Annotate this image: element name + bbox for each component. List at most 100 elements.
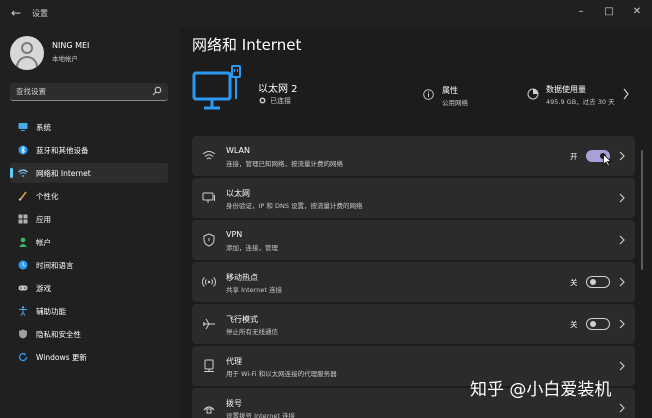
toggle-state-label: 开 [570,152,578,161]
chevron-right-icon[interactable] [622,88,630,100]
sidebar-item-label: 蓝牙和其他设备 [36,146,89,155]
chevron-right-icon[interactable] [619,151,625,161]
vpn-shield-icon [203,233,215,247]
card-subtitle: 添加，连接，管理 [226,244,278,252]
back-arrow-icon[interactable]: ← [8,5,24,21]
airplane-icon [203,318,215,330]
card-title: WLAN [226,146,251,155]
sidebar-item-apps[interactable]: 应用 [10,209,168,229]
hotspot-icon [202,277,216,287]
sidebar-item-label: 个性化 [36,192,59,201]
apps-icon [18,214,28,224]
card-subtitle: 停止所有无线通信 [226,328,278,336]
card-airplane-mode[interactable]: 飞行模式 停止所有无线通信 关 [192,304,635,344]
card-ethernet[interactable]: 以太网 身份验证，IP 和 DNS 设置，按流量计费的网络 [192,178,635,218]
user-name: NING MEI [52,41,90,50]
card-hotspot[interactable]: 移动热点 共享 Internet 连接 关 [192,262,635,302]
avatar[interactable] [10,36,44,70]
watermark: 知乎 @小白爱装机 [470,380,612,400]
sidebar-item-accessibility[interactable]: 辅助功能 [10,301,168,321]
ethernet-name: 以太网 2 [258,84,298,95]
avatar-body-icon [16,56,38,70]
airplane-toggle[interactable] [586,318,610,330]
connected-icon [259,97,266,104]
time-language-icon [18,260,28,270]
sidebar-item-label: 辅助功能 [36,307,66,316]
privacy-icon [19,329,27,339]
chevron-right-icon[interactable] [619,235,625,245]
maximize-icon[interactable]: □ [598,4,620,20]
card-title: 以太网 [226,189,250,198]
sidebar-item-privacy[interactable]: 隐私和安全性 [10,324,168,344]
data-usage-subtitle: 495.9 GB，过去 30 天 [546,98,615,106]
sidebar-item-windows-update[interactable]: Windows 更新 [10,347,168,367]
bluetooth-icon [18,145,28,155]
window-title: 设置 [32,9,48,18]
search-box[interactable] [10,83,168,101]
sidebar-item-label: 帐户 [36,238,51,247]
title-bar: ← 设置 – □ ✕ [0,0,652,28]
selection-indicator [10,168,13,178]
card-vpn[interactable]: VPN 添加，连接，管理 [192,220,635,260]
account-type: 本地帐户 [52,55,78,63]
data-usage-icon[interactable] [527,88,539,100]
sidebar-item-label: 时间和语言 [36,261,74,270]
network-icon [18,169,28,177]
dialup-icon [203,406,215,414]
sidebar-item-network[interactable]: 网络和 Internet [10,163,168,183]
gaming-icon [18,285,28,291]
properties-link[interactable]: 属性 [442,85,458,96]
info-icon[interactable] [423,89,434,100]
ethernet-icon [202,192,215,203]
sidebar: NING MEI 本地帐户 系统 蓝牙和其他设备 网络和 Internet 个性… [0,28,180,418]
page-title: 网络和 Internet [192,36,302,54]
sidebar-item-label: 网络和 Internet [36,169,91,178]
sidebar-item-bluetooth[interactable]: 蓝牙和其他设备 [10,140,168,160]
minimize-icon[interactable]: – [570,4,592,20]
scrollbar[interactable] [641,150,643,270]
sidebar-item-label: 系统 [36,123,51,132]
account-icon [19,237,27,247]
toggle-knob [590,321,596,327]
hotspot-toggle[interactable] [586,276,610,288]
wifi-icon [202,151,216,160]
sidebar-item-system[interactable]: 系统 [10,117,168,137]
properties-subtitle: 公用网络 [442,99,468,107]
accessibility-icon [19,306,27,316]
card-subtitle: 共享 Internet 连接 [226,286,282,294]
mouse-cursor-icon [603,154,612,167]
monitor-ethernet-icon [192,65,241,110]
data-usage-link[interactable]: 数据使用量 [546,84,586,95]
sidebar-item-label: 游戏 [36,284,51,293]
card-title: VPN [226,230,243,239]
card-title: 飞行模式 [226,315,258,324]
card-subtitle: 用于 Wi-Fi 和以太网连接的代理服务器 [226,370,337,378]
chevron-right-icon[interactable] [619,403,625,413]
card-title: 代理 [226,357,242,366]
search-icon[interactable] [152,86,162,96]
sidebar-item-personalization[interactable]: 个性化 [10,186,168,206]
chevron-right-icon[interactable] [619,277,625,287]
search-input[interactable] [16,85,146,98]
personalization-icon [18,191,27,201]
sidebar-item-time-language[interactable]: 时间和语言 [10,255,168,275]
chevron-right-icon[interactable] [619,361,625,371]
chevron-right-icon[interactable] [619,319,625,329]
sidebar-item-account[interactable]: 帐户 [10,232,168,252]
sidebar-item-label: Windows 更新 [36,353,87,362]
sidebar-item-label: 应用 [36,215,51,224]
toggle-state-label: 关 [570,278,578,287]
close-icon[interactable]: ✕ [626,4,648,20]
system-icon [18,123,28,131]
card-subtitle: 身份验证，IP 和 DNS 设置，按流量计费的网络 [226,202,363,210]
ethernet-status: 已连接 [270,97,291,105]
card-title: 拨号 [226,399,242,408]
toggle-knob [590,279,596,285]
chevron-right-icon[interactable] [619,193,625,203]
sidebar-item-gaming[interactable]: 游戏 [10,278,168,298]
card-wlan[interactable]: WLAN 连接，管理已知网络，按流量计费的网络 开 [192,136,635,176]
card-subtitle: 设置拨号 Internet 连接 [226,412,295,418]
sidebar-item-label: 隐私和安全性 [36,330,81,339]
card-subtitle: 连接，管理已知网络，按流量计费的网络 [226,160,343,168]
card-title: 移动热点 [226,273,258,282]
